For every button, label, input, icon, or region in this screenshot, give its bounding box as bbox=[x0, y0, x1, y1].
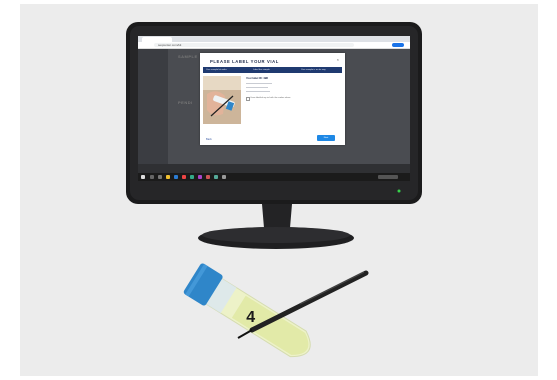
app-icon[interactable] bbox=[214, 175, 218, 179]
monitor-neck bbox=[262, 204, 292, 228]
input-line bbox=[246, 83, 272, 84]
modal-title: PLEASE LABEL YOUR VIAL bbox=[210, 59, 279, 64]
app-icon[interactable] bbox=[222, 175, 226, 179]
profile-button[interactable] bbox=[392, 43, 404, 47]
address-bar[interactable]: seqcenter.com/kit bbox=[154, 43, 354, 47]
steps-bar: Your sample kit order Label the sample Y… bbox=[203, 67, 342, 73]
close-icon[interactable]: × bbox=[337, 57, 339, 62]
confirm-checkbox-label: I have labelled my vial with the number … bbox=[250, 96, 291, 99]
taskview-icon[interactable] bbox=[158, 175, 162, 179]
monitor-screen: seqcenter.com/kit SAMPLE PENDI PLEASE LA… bbox=[138, 36, 410, 181]
app-icon[interactable] bbox=[206, 175, 210, 179]
app-icon[interactable] bbox=[190, 175, 194, 179]
edge-icon[interactable] bbox=[174, 175, 178, 179]
system-tray[interactable] bbox=[378, 175, 398, 179]
power-led-icon bbox=[397, 189, 401, 193]
step-2: Label the sample bbox=[253, 69, 270, 71]
background-page-title: SAMPLE bbox=[178, 54, 198, 59]
background-section-title: PENDI bbox=[178, 100, 193, 105]
chrome-icon[interactable] bbox=[182, 175, 186, 179]
explorer-icon[interactable] bbox=[166, 175, 170, 179]
vial-label: 4 bbox=[246, 309, 255, 326]
labelling-photo bbox=[203, 76, 241, 124]
next-button[interactable]: Next bbox=[317, 135, 335, 141]
input-line bbox=[246, 91, 270, 92]
search-icon[interactable] bbox=[150, 175, 154, 179]
taskbar bbox=[138, 173, 410, 181]
back-link[interactable]: Back bbox=[206, 138, 212, 141]
browser-toolbar: seqcenter.com/kit bbox=[138, 42, 410, 49]
address-text: seqcenter.com/kit bbox=[158, 43, 182, 47]
start-icon[interactable] bbox=[141, 175, 145, 179]
label-id-heading: Your label ID: 4B6 bbox=[246, 77, 269, 80]
monitor-base-top bbox=[202, 227, 350, 243]
page-sidebar bbox=[138, 49, 168, 164]
step-1: Your sample kit order bbox=[206, 69, 227, 71]
app-icon[interactable] bbox=[198, 175, 202, 179]
input-line bbox=[246, 87, 268, 88]
vial: 4 bbox=[183, 263, 311, 358]
label-vial-modal: PLEASE LABEL YOUR VIAL × Your sample kit… bbox=[200, 53, 345, 145]
step-3: Your sample is on its way bbox=[301, 69, 326, 71]
